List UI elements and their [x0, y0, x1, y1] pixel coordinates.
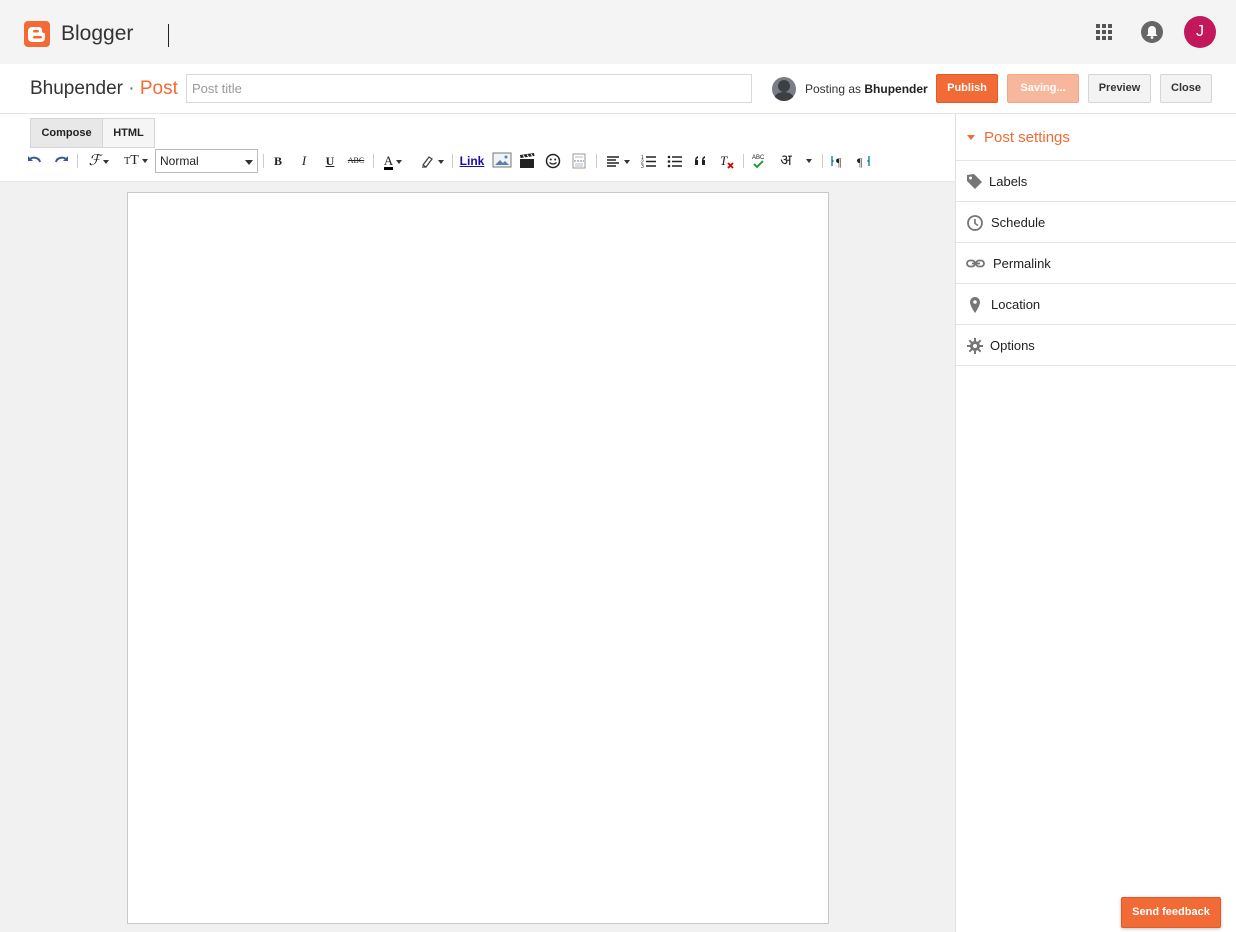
post-settings-header[interactable]: Post settings: [956, 114, 1236, 161]
numbered-list-icon[interactable]: 123: [640, 152, 658, 170]
undo-icon[interactable]: [26, 152, 44, 170]
save-status-button[interactable]: Saving...: [1007, 74, 1079, 103]
gear-icon: [966, 337, 984, 355]
close-button[interactable]: Close: [1160, 74, 1212, 103]
transliterate-icon[interactable]: अ: [776, 152, 816, 170]
sidebar-item-label: Labels: [989, 174, 1028, 189]
post-title-input[interactable]: [186, 74, 752, 103]
font-size-icon[interactable]: TT: [120, 152, 152, 170]
toolbar-divider: [743, 154, 744, 168]
transliterate-letter: अ: [780, 152, 792, 169]
sidebar-item-permalink[interactable]: Permalink: [956, 243, 1236, 284]
breadcrumb-separator: ·: [128, 78, 135, 99]
svg-text:T: T: [720, 153, 728, 168]
blogger-logo-icon[interactable]: [24, 21, 50, 47]
rtl-icon[interactable]: ¶: [855, 152, 873, 170]
image-icon[interactable]: [492, 152, 512, 170]
remove-format-icon[interactable]: T: [718, 152, 736, 170]
post-settings-title: Post settings: [984, 129, 1070, 146]
bold-icon[interactable]: B: [270, 152, 286, 170]
italic-icon[interactable]: I: [296, 152, 312, 170]
svg-text:ABC: ABC: [752, 155, 765, 161]
emoji-icon[interactable]: [544, 152, 562, 170]
author-avatar: [772, 77, 796, 101]
align-icon[interactable]: [602, 152, 632, 170]
apps-grid-icon[interactable]: [1094, 22, 1114, 42]
editor-canvas: [0, 182, 955, 932]
svg-text:¶: ¶: [857, 155, 863, 169]
tag-icon: [966, 173, 984, 191]
posting-as-prefix: Posting as: [805, 82, 862, 96]
top-bar: Blogger J: [0, 0, 1236, 64]
text-color-icon[interactable]: A: [378, 152, 408, 170]
tab-compose[interactable]: Compose: [30, 118, 103, 148]
toolbar-divider: [452, 154, 453, 168]
post-body-editor[interactable]: [127, 192, 829, 924]
sidebar-item-label: Options: [990, 338, 1035, 353]
toolbar-divider: [263, 154, 264, 168]
toolbar-divider: [373, 154, 374, 168]
sidebar-item-location[interactable]: Location: [956, 284, 1236, 325]
editor-toolbar-area: Compose HTML ℱ TT Normal B I U ABC A Lin…: [0, 114, 955, 182]
toolbar-divider: [822, 154, 823, 168]
blog-name[interactable]: Bhupender: [30, 78, 123, 99]
video-icon[interactable]: [518, 152, 536, 170]
publish-button[interactable]: Publish: [936, 74, 998, 103]
sidebar-item-label: Permalink: [993, 256, 1051, 271]
ltr-icon[interactable]: ¶: [829, 152, 847, 170]
highlight-icon[interactable]: [416, 152, 446, 170]
svg-text:¶: ¶: [836, 155, 842, 169]
clock-icon: [966, 214, 984, 232]
sidebar-item-options[interactable]: Options: [956, 325, 1236, 366]
sidebar-item-labels[interactable]: Labels: [956, 161, 1236, 202]
jump-break-icon[interactable]: [570, 152, 588, 170]
account-avatar[interactable]: J: [1184, 16, 1216, 48]
preview-button[interactable]: Preview: [1088, 74, 1151, 103]
strikethrough-icon[interactable]: ABC: [345, 152, 367, 170]
text-color-letter: A: [383, 153, 394, 170]
post-settings-sidebar: Post settings Labels Schedule Permalink …: [955, 114, 1236, 932]
toolbar-divider: [77, 154, 78, 168]
posting-as-text: Posting as Bhupender: [805, 82, 928, 96]
posting-as-user: Bhupender: [864, 82, 928, 96]
link-icon: [966, 255, 985, 273]
toolbar-divider: [596, 154, 597, 168]
brand-name[interactable]: Blogger: [61, 22, 133, 46]
sidebar-item-label: Location: [991, 297, 1041, 312]
quote-icon[interactable]: [692, 152, 710, 170]
sidebar-item-schedule[interactable]: Schedule: [956, 202, 1236, 243]
section-label: Post: [139, 78, 178, 99]
collapse-triangle-icon: [967, 135, 975, 140]
tab-html[interactable]: HTML: [102, 118, 155, 148]
paragraph-format-select[interactable]: Normal: [155, 149, 258, 173]
text-caret: [168, 24, 169, 47]
redo-icon[interactable]: [52, 152, 70, 170]
pin-icon: [966, 296, 984, 314]
bullet-list-icon[interactable]: [666, 152, 684, 170]
blog-breadcrumb: Bhupender · Post: [30, 78, 178, 100]
notifications-bell-icon[interactable]: [1141, 21, 1163, 43]
underline-icon[interactable]: U: [322, 152, 338, 170]
spellcheck-icon[interactable]: ABC: [750, 152, 768, 170]
font-family-icon[interactable]: ℱ: [84, 152, 114, 170]
svg-text:3: 3: [641, 164, 644, 170]
send-feedback-button[interactable]: Send feedback: [1121, 897, 1221, 928]
link-icon[interactable]: Link: [458, 152, 486, 170]
sidebar-item-label: Schedule: [991, 215, 1046, 230]
post-header-bar: Bhupender · Post Posting as Bhupender Pu…: [0, 64, 1236, 114]
